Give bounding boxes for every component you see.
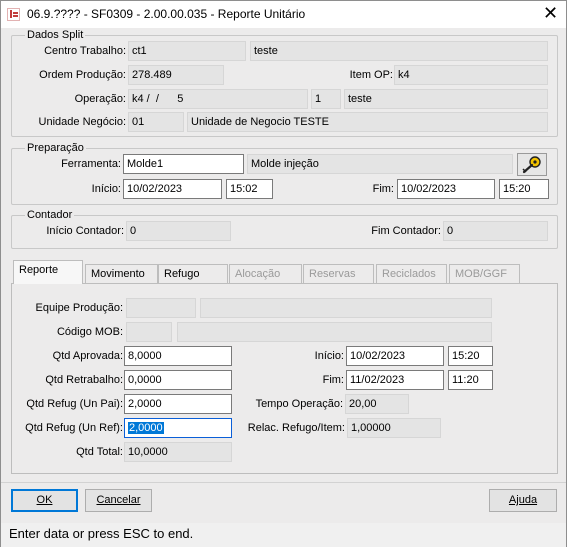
status-bar: Enter data or press ESC to end. [1,523,566,547]
prep-inicio-date-field[interactable]: 10/02/2023 [123,179,222,199]
tool-lookup-button[interactable] [517,153,547,176]
operacao-desc-field[interactable]: teste [344,89,548,109]
prep-inicio-time-field[interactable]: 15:02 [226,179,273,199]
centro-trabalho-label: Centro Trabalho: [44,45,126,57]
preparacao-legend: Preparação [25,142,86,154]
qtd-refug-ref-field[interactable]: 2,0000 [124,418,232,438]
close-icon[interactable]: ✕ [543,5,558,23]
tab-reciclados[interactable]: Reciclados [376,264,447,283]
ferramenta-desc-field[interactable]: Molde injeção [247,154,513,174]
app-icon [7,8,20,21]
operacao-field[interactable]: k4 / / 5 [128,89,308,109]
unidade-negocio-code-field[interactable]: 01 [128,112,184,132]
reporte-fim-date-field[interactable]: 11/02/2023 [346,370,444,390]
reporte-fim-time-field[interactable]: 11:20 [448,370,493,390]
unidade-negocio-desc-field[interactable]: Unidade de Negocio TESTE [187,112,548,132]
ordem-producao-label: Ordem Produção: [39,69,126,81]
prep-fim-time-field[interactable]: 15:20 [499,179,549,199]
ajuda-button[interactable]: Ajuda [489,489,557,512]
equipe-producao-label: Equipe Produção: [35,302,123,314]
qtd-aprovada-label: Qtd Aprovada: [52,350,123,362]
unidade-negocio-label: Unidade Negócio: [38,116,126,128]
ferramenta-label: Ferramenta: [61,158,121,170]
codigo-mob-label: Código MOB: [56,326,123,338]
reporte-inicio-date-field[interactable]: 10/02/2023 [346,346,444,366]
contador-legend: Contador [25,209,75,221]
cancelar-button[interactable]: Cancelar [85,489,152,512]
qtd-refug-ref-selected-text: 2,0000 [128,422,164,434]
inicio-contador-field[interactable]: 0 [126,221,231,241]
tab-reservas[interactable]: Reservas [303,264,374,283]
tab-refugo[interactable]: Refugo [158,264,228,283]
wrench-key-icon [522,156,541,174]
dados-split-legend: Dados Split [25,29,86,41]
centro-trabalho-desc-field[interactable]: teste [250,41,548,61]
qtd-refug-pai-field[interactable]: 2,0000 [124,394,232,414]
tab-reporte[interactable]: Reporte [13,260,83,284]
codigo-mob-desc-field[interactable] [177,322,492,342]
item-op-field[interactable]: k4 [394,65,548,85]
tab-movimento[interactable]: Movimento [85,264,158,283]
window-title: 06.9.???? - SF0309 - 2.00.00.035 - Repor… [27,7,306,21]
qtd-refug-ref-label: Qtd Refug (Un Ref): [25,422,123,434]
relac-refugo-item-field[interactable]: 1,00000 [347,418,441,438]
fim-contador-label: Fim Contador: [371,225,441,237]
prep-inicio-label: Início: [91,183,121,195]
tempo-operacao-field[interactable]: 20,00 [345,394,409,414]
tab-mob-ggf[interactable]: MOB/GGF [449,264,520,283]
operacao-seq-field[interactable]: 1 [311,89,341,109]
qtd-retrabalho-field[interactable]: 0,0000 [124,370,232,390]
qtd-total-label: Qtd Total: [76,446,123,458]
prep-fim-date-field[interactable]: 10/02/2023 [397,179,495,199]
title-bar: 06.9.???? - SF0309 - 2.00.00.035 - Repor… [1,1,566,28]
ok-button[interactable]: OK [11,489,78,512]
reporte-inicio-label: Início: [314,350,344,362]
centro-trabalho-code-field[interactable]: ct1 [128,41,246,61]
reporte-inicio-time-field[interactable]: 15:20 [448,346,493,366]
codigo-mob-code-field[interactable] [126,322,172,342]
qtd-refug-pai-label: Qtd Refug (Un Pai): [26,398,123,410]
equipe-producao-desc-field[interactable] [200,298,492,318]
tempo-operacao-label: Tempo Operação: [255,398,343,410]
qtd-aprovada-field[interactable]: 8,0000 [124,346,232,366]
status-message: Enter data or press ESC to end. [9,526,194,541]
dialog-window: 06.9.???? - SF0309 - 2.00.00.035 - Repor… [0,0,567,547]
qtd-total-field[interactable]: 10,0000 [124,442,232,462]
ok-button-label: OK [36,494,53,506]
cancelar-button-label: Cancelar [96,494,141,506]
qtd-retrabalho-label: Qtd Retrabalho: [45,374,123,386]
ferramenta-field[interactable]: Molde1 [123,154,244,174]
item-op-label: Item OP: [349,69,393,81]
inicio-contador-label: Início Contador: [46,225,124,237]
equipe-producao-code-field[interactable] [126,298,196,318]
operacao-label: Operação: [74,93,126,105]
reporte-fim-label: Fim: [322,374,344,386]
tab-alocacao[interactable]: Alocação [229,264,302,283]
fim-contador-field[interactable]: 0 [443,221,548,241]
relac-refugo-item-label: Relac. Refugo/Item: [247,422,345,434]
ajuda-button-label: Ajuda [508,494,538,506]
prep-fim-label: Fim: [372,183,394,195]
ordem-producao-field[interactable]: 278.489 [128,65,224,85]
button-bar-divider [1,482,566,483]
